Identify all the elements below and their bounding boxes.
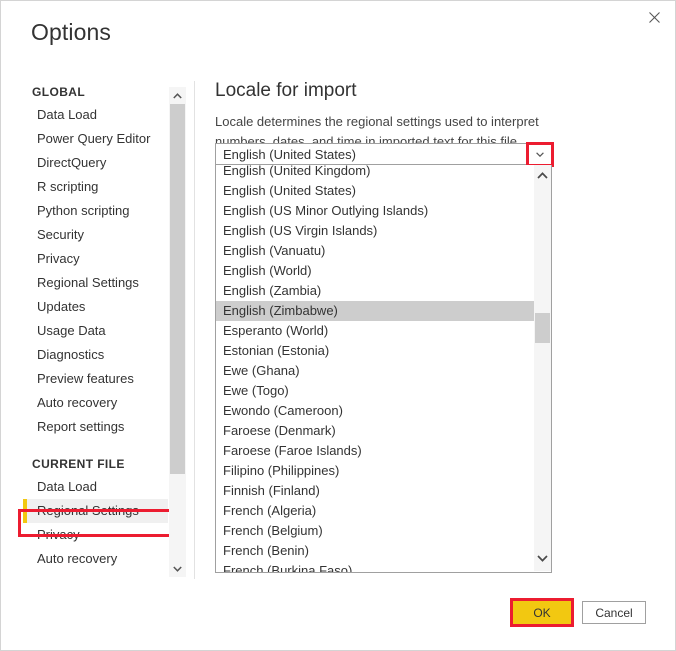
dropdown-option[interactable]: Faroese (Denmark) xyxy=(216,421,536,441)
dropdown-scrollbar-thumb[interactable] xyxy=(535,313,550,343)
chevron-up-icon[interactable] xyxy=(534,167,551,184)
sidebar-item-regional-settings[interactable]: Regional Settings xyxy=(23,499,168,523)
dropdown-option[interactable]: French (Burkina Faso) xyxy=(216,561,536,572)
sidebar-item-auto-recovery[interactable]: Auto recovery xyxy=(23,547,168,571)
sidebar-group-spacer xyxy=(23,439,168,453)
sidebar-item-privacy[interactable]: Privacy xyxy=(23,247,168,271)
chevron-down-icon[interactable] xyxy=(169,560,186,577)
dropdown-option[interactable]: Finnish (Finland) xyxy=(216,481,536,501)
options-sidebar: GLOBAL Data Load Power Query Editor DirectQ… xyxy=(23,81,168,579)
dropdown-option[interactable]: Estonian (Estonia) xyxy=(216,341,536,361)
dropdown-option[interactable]: English (United Kingdom) xyxy=(216,165,536,181)
dropdown-option[interactable]: Ewondo (Cameroon) xyxy=(216,401,536,421)
dropdown-option[interactable]: English (US Minor Outlying Islands) xyxy=(216,201,536,221)
page-title: Locale for import xyxy=(215,80,357,101)
dropdown-option[interactable]: French (Belgium) xyxy=(216,521,536,541)
options-dialog: Options GLOBAL Data Load Power Query Edito… xyxy=(0,0,676,651)
sidebar-scrollbar-thumb[interactable] xyxy=(170,104,185,474)
pane-divider xyxy=(194,81,195,579)
close-icon[interactable] xyxy=(632,2,675,33)
sidebar-item-directquery[interactable]: DirectQuery xyxy=(23,151,168,175)
sidebar-item-updates[interactable]: Updates xyxy=(23,295,168,319)
dropdown-option[interactable]: Ewe (Togo) xyxy=(216,381,536,401)
dropdown-option[interactable]: Filipino (Philippines) xyxy=(216,461,536,481)
sidebar-scrollbar[interactable] xyxy=(169,87,186,577)
sidebar-item-report-settings[interactable]: Report settings xyxy=(23,415,168,439)
dropdown-option[interactable]: Ewe (Ghana) xyxy=(216,361,536,381)
sidebar-item-preview-features[interactable]: Preview features xyxy=(23,367,168,391)
sidebar-item-python-scripting[interactable]: Python scripting xyxy=(23,199,168,223)
locale-combobox[interactable]: English (United States) xyxy=(215,143,552,165)
sidebar-group-title: GLOBAL xyxy=(32,85,86,99)
sidebar-item-regional-settings[interactable]: Regional Settings xyxy=(23,271,168,295)
sidebar-group-title: CURRENT FILE xyxy=(32,457,125,471)
dropdown-option[interactable]: English (Zimbabwe) xyxy=(216,301,536,321)
dropdown-option[interactable]: French (Algeria) xyxy=(216,501,536,521)
dropdown-option[interactable]: English (Vanuatu) xyxy=(216,241,536,261)
locale-dropdown-list[interactable]: English (United Kingdom) English (United … xyxy=(215,165,552,573)
dropdown-option[interactable]: Esperanto (World) xyxy=(216,321,536,341)
sidebar-item-auto-recovery[interactable]: Auto recovery xyxy=(23,391,168,415)
sidebar-item-r-scripting[interactable]: R scripting xyxy=(23,175,168,199)
sidebar-item-security[interactable]: Security xyxy=(23,223,168,247)
cancel-button[interactable]: Cancel xyxy=(582,601,646,624)
dropdown-scrollbar[interactable] xyxy=(534,165,551,571)
sidebar-item-data-load[interactable]: Data Load xyxy=(23,103,168,127)
locale-combobox-value[interactable]: English (United States) xyxy=(216,147,529,162)
sidebar-item-data-load[interactable]: Data Load xyxy=(23,475,168,499)
dropdown-option[interactable]: English (World) xyxy=(216,261,536,281)
dropdown-option[interactable]: Faroese (Faroe Islands) xyxy=(216,441,536,461)
dropdown-option[interactable]: English (Zambia) xyxy=(216,281,536,301)
sidebar-item-power-query-editor[interactable]: Power Query Editor xyxy=(23,127,168,151)
sidebar-item-usage-data[interactable]: Usage Data xyxy=(23,319,168,343)
chevron-down-icon[interactable] xyxy=(529,144,551,164)
dialog-footer xyxy=(1,593,675,650)
dropdown-option[interactable]: English (US Virgin Islands) xyxy=(216,221,536,241)
dropdown-option[interactable]: French (Benin) xyxy=(216,541,536,561)
ok-button[interactable]: OK xyxy=(513,601,571,624)
dropdown-option[interactable]: English (United States) xyxy=(216,181,536,201)
sidebar-item-diagnostics[interactable]: Diagnostics xyxy=(23,343,168,367)
chevron-down-icon[interactable] xyxy=(534,550,551,567)
dialog-title: Options xyxy=(31,19,111,45)
dialog-titlebar: Options xyxy=(1,1,675,61)
sidebar-item-privacy[interactable]: Privacy xyxy=(23,523,168,547)
chevron-up-icon[interactable] xyxy=(169,87,186,104)
